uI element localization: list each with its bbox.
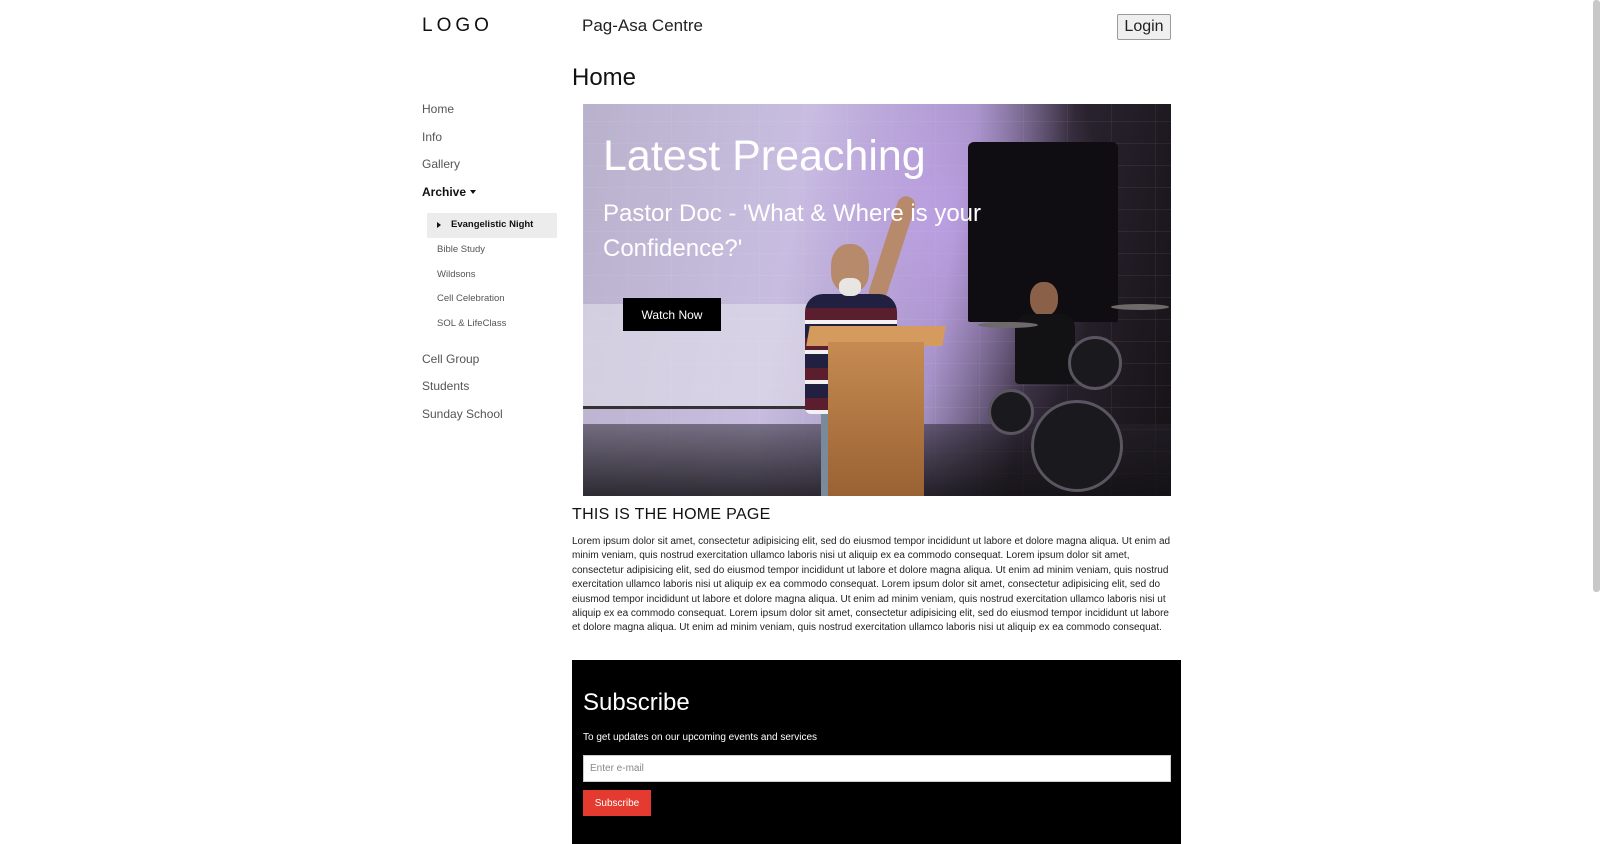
subscribe-description: To get updates on our upcoming events an… xyxy=(583,732,818,743)
hero-title: Latest Preaching xyxy=(603,132,926,180)
body-paragraph: Lorem ipsum dolor sit amet, consectetur … xyxy=(572,536,1171,634)
archive-subitem-evangelistic-night[interactable]: Evangelistic Night xyxy=(427,213,557,238)
preacher-beard xyxy=(839,278,861,296)
cymbal xyxy=(1111,304,1169,310)
hero-text: Latest Preaching Pastor Doc - 'What & Wh… xyxy=(603,130,1023,331)
watch-now-button[interactable]: Watch Now xyxy=(623,298,721,331)
sidebar-item-students[interactable]: Students xyxy=(422,379,469,393)
sidebar-item-archive[interactable]: Archive xyxy=(422,185,477,199)
sidebar-item-sunday-school[interactable]: Sunday School xyxy=(422,407,503,421)
podium xyxy=(828,342,924,496)
archive-subitem-wildsons[interactable]: Wildsons xyxy=(437,269,476,280)
caret-right-icon xyxy=(437,222,441,228)
hero-subtitle: Pastor Doc - 'What & Where is your Confi… xyxy=(603,200,982,262)
site-title: Pag-Asa Centre xyxy=(582,16,703,35)
login-button[interactable]: Login xyxy=(1117,14,1171,40)
archive-subitem-cell-celebration[interactable]: Cell Celebration xyxy=(437,293,505,304)
sidebar-item-cell-group[interactable]: Cell Group xyxy=(422,352,479,366)
sidebar-item-info[interactable]: Info xyxy=(422,130,442,144)
snare-drum xyxy=(988,389,1034,435)
section-title: THIS IS THE HOME PAGE xyxy=(572,506,771,523)
archive-subitem-bible-study[interactable]: Bible Study xyxy=(437,244,485,255)
subscribe-title: Subscribe xyxy=(583,689,690,716)
bass-drum xyxy=(1031,400,1123,492)
email-field[interactable] xyxy=(583,755,1171,782)
cymbal xyxy=(978,322,1038,328)
site-logo[interactable]: LOGO xyxy=(422,15,493,37)
page-scrollbar[interactable] xyxy=(1593,0,1600,592)
sidebar-item-gallery[interactable]: Gallery xyxy=(422,157,460,171)
hero-banner: Latest Preaching Pastor Doc - 'What & Wh… xyxy=(583,104,1171,496)
tom-drum xyxy=(1068,336,1122,390)
sidebar-item-archive-label: Archive xyxy=(422,185,467,199)
subscribe-section: Subscribe To get updates on our upcoming… xyxy=(572,660,1181,844)
archive-subitem-label: Evangelistic Night xyxy=(451,219,534,230)
archive-subitem-sol-lifeclass[interactable]: SOL & LifeClass xyxy=(437,318,506,329)
drummer-head xyxy=(1030,282,1058,316)
page-title: Home xyxy=(572,64,637,91)
sidebar-item-home[interactable]: Home xyxy=(422,102,454,116)
subscribe-button[interactable]: Subscribe xyxy=(583,790,651,816)
chevron-down-icon xyxy=(470,189,477,194)
